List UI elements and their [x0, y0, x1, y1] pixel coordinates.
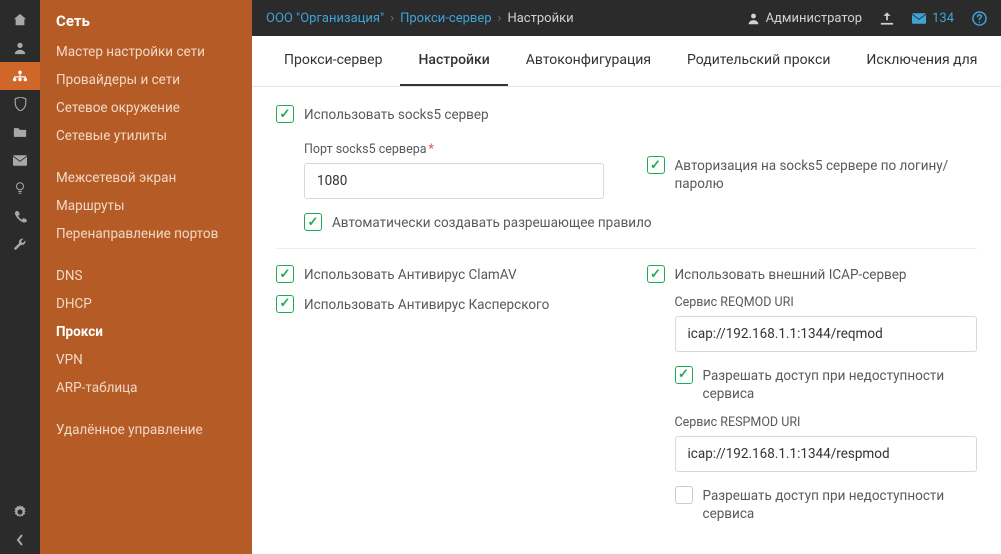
divider — [276, 248, 977, 249]
label-respmod-bypass: Разрешать доступ при недоступности серви… — [703, 486, 978, 523]
input-respmod[interactable] — [675, 436, 978, 472]
sidebar-item[interactable]: VPN — [40, 346, 252, 374]
mail-icon[interactable] — [0, 146, 40, 174]
sidebar-item[interactable]: Сетевые утилиты — [40, 122, 252, 150]
phone-icon[interactable] — [0, 202, 40, 230]
tab[interactable]: Прокси-сервер — [266, 36, 400, 86]
sidebar-header: Сеть — [40, 8, 252, 38]
sidebar-item[interactable]: Удалённое управление — [40, 416, 252, 444]
upload-button[interactable] — [880, 12, 894, 25]
home-icon[interactable] — [0, 6, 40, 34]
checkbox-reqmod-bypass[interactable] — [675, 366, 693, 384]
sidebar-item[interactable]: Межсетевой экран — [40, 164, 252, 192]
tab[interactable]: Автоконфигурация — [508, 36, 669, 86]
label-reqmod-bypass: Разрешать доступ при недоступности серви… — [703, 366, 978, 403]
mail-button[interactable]: 134 — [912, 11, 954, 26]
mail-count: 134 — [932, 11, 954, 26]
sidebar-item[interactable]: Маршруты — [40, 192, 252, 220]
help-icon — [972, 11, 987, 26]
chevron-left-icon[interactable] — [0, 526, 40, 554]
user-icon — [747, 12, 760, 25]
sidebar-item[interactable]: Прокси — [40, 318, 252, 346]
network-icon[interactable] — [0, 62, 40, 90]
tabs: Прокси-серверНастройкиАвтоконфигурацияРо… — [252, 36, 1001, 87]
checkbox-respmod-bypass[interactable] — [675, 486, 693, 504]
label-socks5-auth: Авторизация на socks5 сервере по логину/… — [675, 156, 978, 193]
checkbox-clamav[interactable] — [276, 265, 294, 283]
sidebar-item[interactable]: ARP-таблица — [40, 374, 252, 402]
breadcrumb-proxy[interactable]: Прокси-сервер — [400, 11, 491, 26]
folder-icon[interactable] — [0, 118, 40, 146]
content: Использовать socks5 сервер Порт socks5 с… — [252, 87, 1001, 554]
label-auto-rule: Автоматически создавать разрешающее прав… — [332, 213, 652, 232]
breadcrumb-settings: Настройки — [507, 11, 573, 26]
tab[interactable]: Исключения для — [848, 36, 995, 86]
iconbar — [0, 0, 40, 554]
sidebar-item[interactable]: DNS — [40, 262, 252, 290]
gear-icon[interactable] — [0, 498, 40, 526]
breadcrumb-sep: › — [390, 11, 394, 26]
breadcrumb-sep: › — [498, 11, 502, 26]
main: ООО "Организация" › Прокси-сервер › Наст… — [252, 0, 1001, 554]
sidebar-item[interactable]: Сетевое окружение — [40, 94, 252, 122]
sidebar: Сеть Мастер настройки сетиПровайдеры и с… — [40, 0, 252, 554]
help-button[interactable] — [972, 11, 987, 26]
user-icon[interactable] — [0, 34, 40, 62]
breadcrumb-org[interactable]: ООО "Организация" — [266, 11, 384, 26]
mail-icon — [912, 13, 926, 24]
input-port[interactable] — [304, 163, 604, 199]
tabs-scroll-right[interactable]: › — [995, 52, 1001, 71]
bulb-icon[interactable] — [0, 174, 40, 202]
checkbox-use-socks5[interactable] — [276, 105, 294, 123]
shield-icon[interactable] — [0, 90, 40, 118]
checkbox-icap[interactable] — [647, 265, 665, 283]
label-icap: Использовать внешний ICAP-сервер — [675, 265, 907, 284]
label-reqmod: Сервис REQMOD URI — [675, 295, 978, 310]
label-port: Порт socks5 сервера* — [304, 142, 607, 157]
topbar: ООО "Организация" › Прокси-сервер › Наст… — [252, 0, 1001, 36]
tab[interactable]: Настройки — [400, 36, 507, 86]
checkbox-auto-rule[interactable] — [304, 213, 322, 231]
wrench-icon[interactable] — [0, 230, 40, 258]
input-reqmod[interactable] — [675, 316, 978, 352]
upload-icon — [880, 12, 894, 25]
label-respmod: Сервис RESPMOD URI — [675, 415, 978, 430]
sidebar-item[interactable]: DHCP — [40, 290, 252, 318]
label-use-socks5: Использовать socks5 сервер — [304, 105, 489, 124]
checkbox-kaspersky[interactable] — [276, 295, 294, 313]
user-label: Администратор — [766, 11, 863, 26]
checkbox-socks5-auth[interactable] — [647, 156, 665, 174]
sidebar-item[interactable]: Провайдеры и сети — [40, 66, 252, 94]
sidebar-item[interactable]: Мастер настройки сети — [40, 38, 252, 66]
label-kaspersky: Использовать Антивирус Касперского — [304, 295, 549, 314]
sidebar-item[interactable]: Перенаправление портов — [40, 220, 252, 248]
label-clamav: Использовать Антивирус ClamAV — [304, 265, 517, 284]
user-menu[interactable]: Администратор — [747, 11, 863, 26]
tab[interactable]: Родительский прокси — [669, 36, 848, 86]
